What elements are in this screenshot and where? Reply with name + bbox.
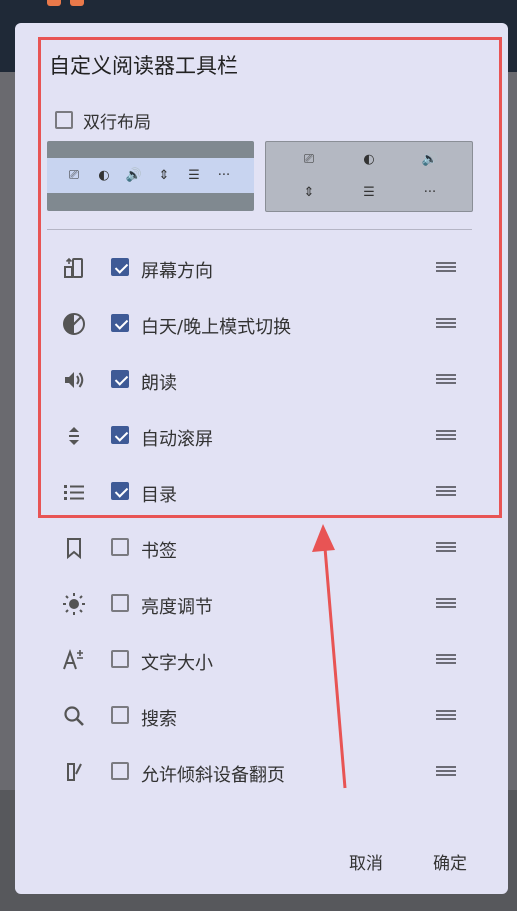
- drag-handle-icon[interactable]: [436, 486, 456, 496]
- toolbar-item-label: 屏幕方向: [141, 261, 213, 282]
- font-size-checkbox[interactable]: [111, 650, 129, 668]
- toolbar-item-label: 朗读: [141, 373, 177, 394]
- toolbar-item-label: 文字大小: [141, 653, 213, 674]
- toolbar-item-screen-rotation[interactable]: 屏幕方向: [15, 248, 508, 288]
- drag-handle-icon[interactable]: [436, 262, 456, 272]
- preview-rotation-icon: ⎚: [68, 168, 80, 183]
- bookmark-checkbox[interactable]: [111, 538, 129, 556]
- drag-handle-icon[interactable]: [436, 766, 456, 776]
- drag-handle-icon[interactable]: [436, 542, 456, 552]
- double-line-preview[interactable]: ⎚ ◐ 🔊 ⇕ ☰ ···: [265, 141, 473, 212]
- cancel-button[interactable]: 取消: [349, 849, 383, 874]
- app-dot-icon: [47, 0, 61, 6]
- divider: [47, 229, 472, 230]
- toolbar-item-label: 允许倾斜设备翻页: [141, 765, 285, 786]
- preview-daynight-icon: ◐: [98, 168, 110, 183]
- preview-toc-icon: ☰: [363, 185, 375, 200]
- drag-handle-icon[interactable]: [436, 654, 456, 664]
- day-night-icon: [62, 312, 86, 336]
- preview-more-icon: ···: [423, 185, 437, 200]
- preview-speaker-icon: 🔊: [421, 152, 439, 167]
- single-line-preview[interactable]: ⎚ ◐ 🔊 ⇕ ☰ ···: [47, 141, 254, 211]
- toolbar-item-toc[interactable]: 目录: [15, 472, 508, 512]
- drag-handle-icon[interactable]: [436, 318, 456, 328]
- day-night-checkbox[interactable]: [111, 314, 129, 332]
- toc-list-icon: [62, 480, 86, 504]
- preview-more-icon: ···: [217, 168, 231, 183]
- preview-scroll-icon: ⇕: [303, 185, 315, 200]
- read-aloud-checkbox[interactable]: [111, 370, 129, 388]
- preview-speaker-icon: 🔊: [125, 168, 143, 183]
- drag-handle-icon[interactable]: [436, 374, 456, 384]
- two-line-label: 双行布局: [83, 112, 151, 133]
- bookmark-icon: [62, 536, 86, 560]
- screen-rotation-checkbox[interactable]: [111, 258, 129, 276]
- toolbar-item-label: 书签: [141, 541, 177, 562]
- brightness-icon: [62, 592, 86, 616]
- search-icon: [62, 704, 86, 728]
- toolbar-item-label: 白天/晚上模式切换: [141, 317, 292, 338]
- search-checkbox[interactable]: [111, 706, 129, 724]
- auto-scroll-checkbox[interactable]: [111, 426, 129, 444]
- toolbar-item-label: 亮度调节: [141, 597, 213, 618]
- dialog-title: 自定义阅读器工具栏: [49, 54, 238, 78]
- drag-handle-icon[interactable]: [436, 598, 456, 608]
- preview-rotation-icon: ⎚: [303, 152, 315, 167]
- toolbar-item-auto-scroll[interactable]: 自动滚屏: [15, 416, 508, 456]
- ok-button[interactable]: 确定: [433, 849, 467, 874]
- font-size-icon: [62, 648, 86, 672]
- two-line-checkbox[interactable]: [55, 111, 73, 129]
- toolbar-item-label: 自动滚屏: [141, 429, 213, 450]
- toolbar-item-label: 目录: [141, 485, 177, 506]
- single-line-preview-band: ⎚ ◐ 🔊 ⇕ ☰ ···: [47, 158, 254, 193]
- screen-rotation-icon: [62, 256, 86, 280]
- toolbar-item-search[interactable]: 搜索: [15, 696, 508, 736]
- tilt-pen-icon: [62, 760, 86, 784]
- toolbar-item-read-aloud[interactable]: 朗读: [15, 360, 508, 400]
- customize-toolbar-dialog: 自定义阅读器工具栏 双行布局 ⎚ ◐ 🔊 ⇕ ☰ ··· ⎚ ◐ 🔊 ⇕ ☰ ·…: [15, 23, 508, 894]
- toolbar-item-bookmark[interactable]: 书签: [15, 528, 508, 568]
- toolbar-item-day-night[interactable]: 白天/晚上模式切换: [15, 304, 508, 344]
- auto-scroll-icon: [62, 424, 86, 448]
- drag-handle-icon[interactable]: [436, 430, 456, 440]
- toc-checkbox[interactable]: [111, 482, 129, 500]
- toolbar-item-brightness[interactable]: 亮度调节: [15, 584, 508, 624]
- speaker-icon: [62, 368, 86, 392]
- app-dot-icon: [70, 0, 84, 6]
- brightness-checkbox[interactable]: [111, 594, 129, 612]
- two-line-layout-option[interactable]: 双行布局: [55, 109, 151, 133]
- tilt-page-checkbox[interactable]: [111, 762, 129, 780]
- preview-toc-icon: ☰: [188, 168, 200, 183]
- preview-scroll-icon: ⇕: [158, 168, 170, 183]
- toolbar-item-font-size[interactable]: 文字大小: [15, 640, 508, 680]
- toolbar-item-tilt-page[interactable]: 允许倾斜设备翻页: [15, 752, 508, 792]
- preview-daynight-icon: ◐: [363, 152, 375, 167]
- toolbar-item-label: 搜索: [141, 709, 177, 730]
- drag-handle-icon[interactable]: [436, 710, 456, 720]
